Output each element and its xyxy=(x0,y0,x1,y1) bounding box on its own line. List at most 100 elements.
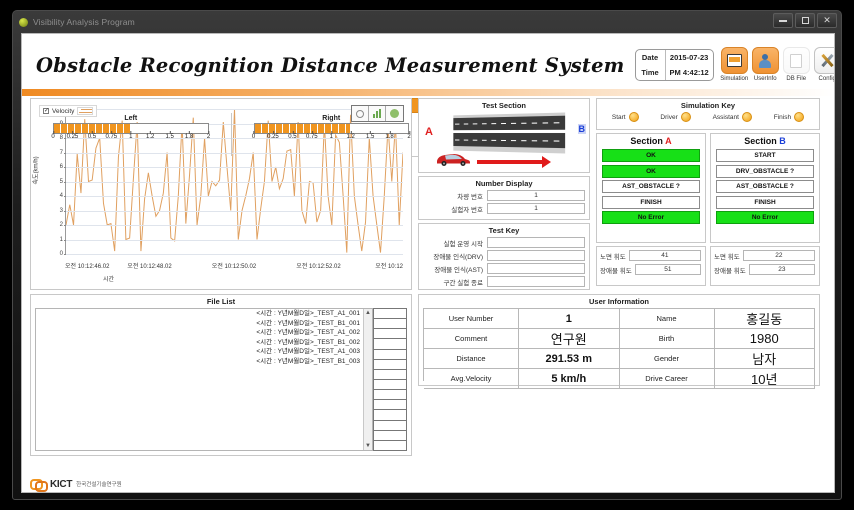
file-list-side-cell[interactable] xyxy=(373,359,407,370)
section-b-obstacle-luminance[interactable]: 23 xyxy=(748,264,815,275)
section-a-title-text: Section xyxy=(630,136,663,146)
number-display-row: 실험자 번호 1 xyxy=(419,202,589,215)
section-a-obstacle-luminance[interactable]: 51 xyxy=(634,264,701,275)
section-a-value-row: 노면 휘도 41 xyxy=(597,247,705,261)
list-item[interactable]: <시간 : Y년M월D일>_TEST_A1_003 xyxy=(36,347,372,357)
acuity-tick-label: 0 xyxy=(251,131,256,140)
acuity-tick-label: 1.5 xyxy=(365,131,375,140)
vehicle-number-input[interactable]: 1 xyxy=(487,190,585,201)
visual-acuity-left: Left 0 0.25 0.5 0.75 1 1.2 1.5 1.8 2 xyxy=(31,113,231,156)
app-icon xyxy=(19,17,28,27)
dbfile-button[interactable] xyxy=(782,47,810,74)
section-a-status-2[interactable]: OK xyxy=(602,164,700,178)
file-list-body: <시간 : Y년M월D일>_TEST_A1_001 <시간 : Y년M월D일>_T… xyxy=(35,308,407,451)
page-title: Obstacle Recognition Distance Measuremen… xyxy=(36,53,625,77)
file-list-side-cell[interactable] xyxy=(373,308,407,320)
test-start-input[interactable] xyxy=(487,237,585,248)
file-list-side-cell[interactable] xyxy=(373,369,407,380)
time-label: Time xyxy=(636,65,666,80)
car-icon xyxy=(437,154,470,166)
acuity-right-ticks: 0 0.25 0.5 0.75 1 1.2 1.5 1.8 2 xyxy=(251,131,411,146)
acuity-tick-label: 0.25 xyxy=(66,131,79,140)
window-titlebar: Visibility Analysis Program ✕ xyxy=(13,11,841,33)
kict-logo-icon xyxy=(30,478,48,492)
chart-x-tick-label: 오전 10:12:46.02 xyxy=(65,264,110,270)
obstacle-drv-input[interactable] xyxy=(487,250,585,261)
toolbar-label: Simulation xyxy=(720,76,749,82)
acuity-tick-label: 0.25 xyxy=(267,131,279,140)
toolbar-item-simulation[interactable]: Simulation xyxy=(720,47,749,83)
section-b-value-row: 장애물 휘도 23 xyxy=(711,261,819,275)
userinfo-button[interactable] xyxy=(751,47,779,74)
field-label: 실험자 번호 xyxy=(451,206,483,214)
section-a-status-4[interactable]: FINISH xyxy=(602,195,700,209)
acuity-tick-label: 0.75 xyxy=(105,131,118,140)
section-a-error-status[interactable]: No Error xyxy=(602,211,700,224)
section-b-status-1[interactable]: START xyxy=(716,149,814,162)
list-item[interactable]: <시간 : Y년M월D일>_TEST_B1_003 xyxy=(36,357,372,367)
acuity-right-fill xyxy=(254,124,351,133)
minimize-button[interactable] xyxy=(773,13,793,28)
file-list-side-cell[interactable] xyxy=(373,390,407,401)
maximize-button[interactable] xyxy=(795,13,815,28)
file-list-side-cell[interactable] xyxy=(373,329,407,340)
test-key-row: 장애물 인식(AST) xyxy=(419,262,589,275)
chart-y-tick-label: 0 xyxy=(59,251,67,257)
acuity-tick-label: 1 xyxy=(129,131,133,140)
file-list-scrollbar[interactable]: ▲ ▼ xyxy=(363,309,372,450)
kict-logo-text: KICT xyxy=(50,478,73,490)
toolbar-item-dbfile[interactable]: DB File xyxy=(782,47,811,83)
simkey-start: Start xyxy=(612,112,639,122)
simulation-key-title: Simulation Key xyxy=(680,101,736,110)
field-label: 장애물 인식(DRV) xyxy=(433,253,483,261)
lamp-icon xyxy=(628,112,639,122)
file-list-side-cell[interactable] xyxy=(373,319,407,330)
section-a-status-1[interactable]: OK xyxy=(602,149,700,162)
list-item[interactable]: <시간 : Y년M월D일>_TEST_A1_002 xyxy=(36,328,372,338)
section-b-road-luminance[interactable]: 22 xyxy=(742,250,815,261)
section-b-error-status[interactable]: No Error xyxy=(716,211,814,224)
app-header: Obstacle Recognition Distance Measuremen… xyxy=(22,34,834,96)
file-list-box[interactable]: <시간 : Y년M월D일>_TEST_A1_001 <시간 : Y년M월D일>_T… xyxy=(35,308,373,451)
section-a-marker: A xyxy=(665,136,672,146)
test-section-panel: Test Section A B xyxy=(418,98,590,173)
simulation-button[interactable] xyxy=(720,47,748,74)
section-b-status-4[interactable]: FINISH xyxy=(716,195,814,209)
os-window: Visibility Analysis Program ✕ Obstacle R… xyxy=(12,10,842,500)
file-list-side-cell[interactable] xyxy=(373,440,407,451)
scroll-down-icon[interactable]: ▼ xyxy=(365,442,371,450)
test-end-input[interactable] xyxy=(487,276,585,287)
user-number-label: User Number xyxy=(424,309,519,329)
section-b-status-2[interactable]: DRV_OBSTACLE ? xyxy=(716,164,814,178)
file-list-side-column xyxy=(373,308,407,451)
file-list-side-cell[interactable] xyxy=(373,379,407,391)
section-a-status-3[interactable]: AST_OBSTACLE ? xyxy=(602,180,700,193)
toolbar-item-config[interactable]: Config xyxy=(813,47,834,83)
section-a-road-luminance[interactable]: 41 xyxy=(628,250,701,261)
toolbar-item-userinfo[interactable]: UserInfo xyxy=(751,47,780,83)
close-button[interactable]: ✕ xyxy=(817,13,837,28)
test-section-title: Test Section xyxy=(481,101,527,110)
scroll-up-icon[interactable]: ▲ xyxy=(365,309,371,317)
simulation-icon xyxy=(726,54,742,67)
chart-y-axis-label: 속도(km/h) xyxy=(33,156,40,185)
file-list-side-cell[interactable] xyxy=(373,339,407,350)
list-item[interactable]: <시간 : Y년M월D일>_TEST_A1_001 xyxy=(36,309,372,319)
file-list-side-cell[interactable] xyxy=(373,420,407,431)
acuity-tick-label: 0 xyxy=(51,131,55,140)
file-list-side-cell[interactable] xyxy=(373,349,407,360)
list-item[interactable]: <시간 : Y년M월D일>_TEST_B1_002 xyxy=(36,338,372,348)
section-b-status-3[interactable]: AST_OBSTACLE ? xyxy=(716,180,814,193)
list-item[interactable]: <시간 : Y년M월D일>_TEST_B1_001 xyxy=(36,319,372,329)
value-label: 노면 휘도 xyxy=(714,253,740,261)
obstacle-ast-input[interactable] xyxy=(487,263,585,274)
file-list-side-cell[interactable] xyxy=(373,410,407,421)
value-label: 장애물 휘도 xyxy=(600,267,632,275)
field-label: 장애물 인식(AST) xyxy=(434,266,483,274)
tester-number-input[interactable]: 1 xyxy=(487,203,585,214)
file-list-side-cell[interactable] xyxy=(373,430,407,441)
config-button[interactable] xyxy=(813,47,834,74)
file-list-side-cell[interactable] xyxy=(373,400,407,411)
comment-label: Comment xyxy=(424,329,519,349)
field-label: 차량 번호 xyxy=(457,193,483,201)
